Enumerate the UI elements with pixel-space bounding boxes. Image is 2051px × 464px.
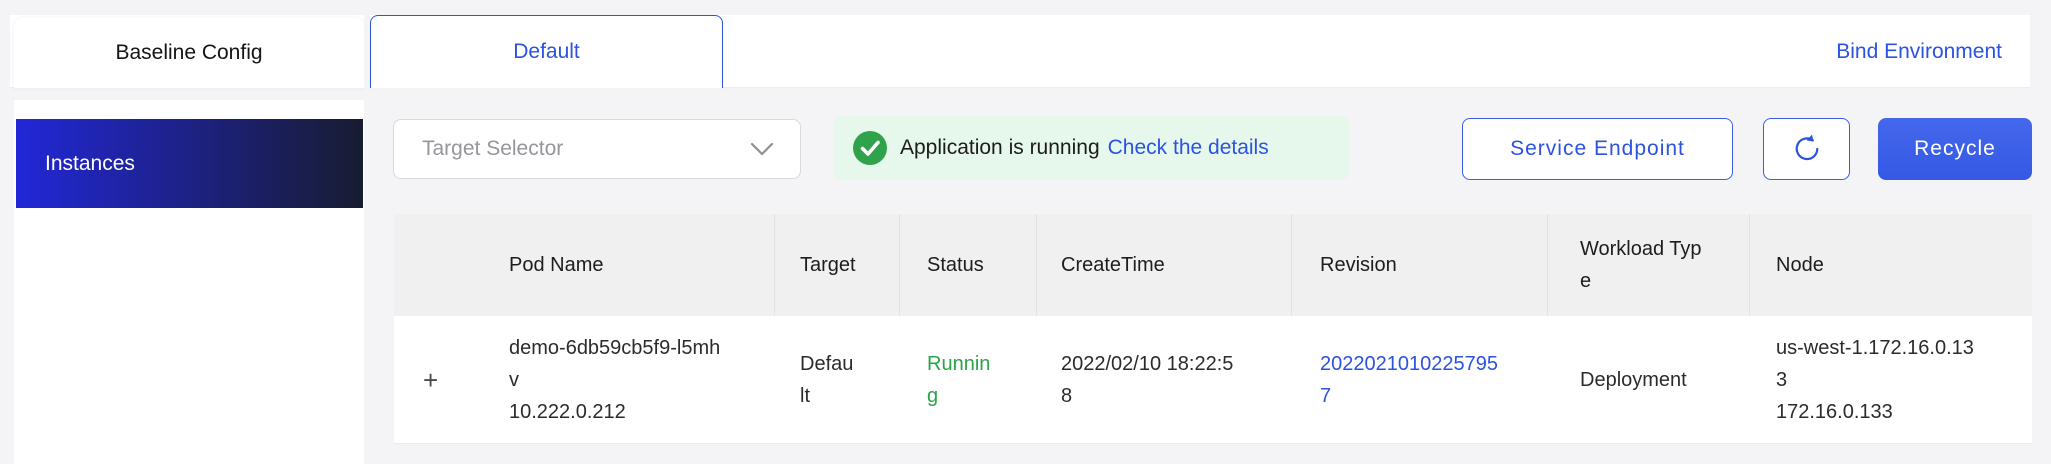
cell-revision: 20220210102257957 xyxy=(1292,316,1548,443)
revision-link[interactable]: 20220210102257957 xyxy=(1320,348,1502,412)
refresh-icon xyxy=(1791,133,1823,165)
header-expander xyxy=(394,214,509,316)
cell-target: Default xyxy=(775,316,900,443)
bind-environment-link[interactable]: Bind Environment xyxy=(1836,15,2002,88)
refresh-button[interactable] xyxy=(1763,118,1850,180)
cell-status: Running xyxy=(900,316,1037,443)
tab-baseline-config[interactable]: Baseline Config xyxy=(14,18,364,88)
cell-node: us-west-1.172.16.0.133 172.16.0.133 xyxy=(1750,316,2032,443)
tab-bar: Baseline Config Default Bind Environment xyxy=(10,15,2030,88)
target-selector-placeholder: Target Selector xyxy=(422,137,750,161)
tab-default[interactable]: Default xyxy=(370,15,723,88)
node-ip: 172.16.0.133 xyxy=(1776,396,1978,428)
expand-row-button[interactable]: + xyxy=(423,367,438,393)
sidebar-item-instances[interactable]: Instances xyxy=(16,119,363,208)
status-banner-text: Application is running xyxy=(900,136,1100,160)
header-pod-name: Pod Name xyxy=(509,214,775,316)
check-details-link[interactable]: Check the details xyxy=(1108,136,1269,160)
tab-baseline-config-label: Baseline Config xyxy=(115,41,262,65)
tab-default-label: Default xyxy=(513,40,580,64)
sidebar: Instances xyxy=(14,100,364,464)
sidebar-item-instances-label: Instances xyxy=(45,152,135,176)
cell-workload-type: Deployment xyxy=(1548,316,1750,443)
header-workload-type: Workload Type xyxy=(1548,214,1750,316)
cell-pod-name: demo-6db59cb5f9-l5mhv 10.222.0.212 xyxy=(509,316,775,443)
status-banner: Application is running Check the details xyxy=(834,116,1349,180)
success-check-icon xyxy=(852,130,888,166)
target-selector-dropdown[interactable]: Target Selector xyxy=(393,119,801,179)
node-name: us-west-1.172.16.0.133 xyxy=(1776,332,1978,396)
cell-createtime: 2022/02/10 18:22:58 xyxy=(1037,316,1292,443)
header-status: Status xyxy=(900,214,1037,316)
header-revision: Revision xyxy=(1292,214,1548,316)
chevron-down-icon xyxy=(750,142,774,157)
pod-ip: 10.222.0.212 xyxy=(509,396,722,428)
status-running-text: Running xyxy=(927,348,995,412)
header-node: Node xyxy=(1750,214,2032,316)
recycle-button[interactable]: Recycle xyxy=(1878,118,2032,180)
pod-name: demo-6db59cb5f9-l5mhv xyxy=(509,332,722,396)
instances-table: Pod Name Target Status CreateTime Revisi… xyxy=(394,214,2032,444)
service-endpoint-button[interactable]: Service Endpoint xyxy=(1462,118,1733,180)
table-header-row: Pod Name Target Status CreateTime Revisi… xyxy=(394,214,2032,316)
table-row: + demo-6db59cb5f9-l5mhv 10.222.0.212 Def… xyxy=(394,316,2032,444)
header-target: Target xyxy=(775,214,900,316)
header-createtime: CreateTime xyxy=(1037,214,1292,316)
